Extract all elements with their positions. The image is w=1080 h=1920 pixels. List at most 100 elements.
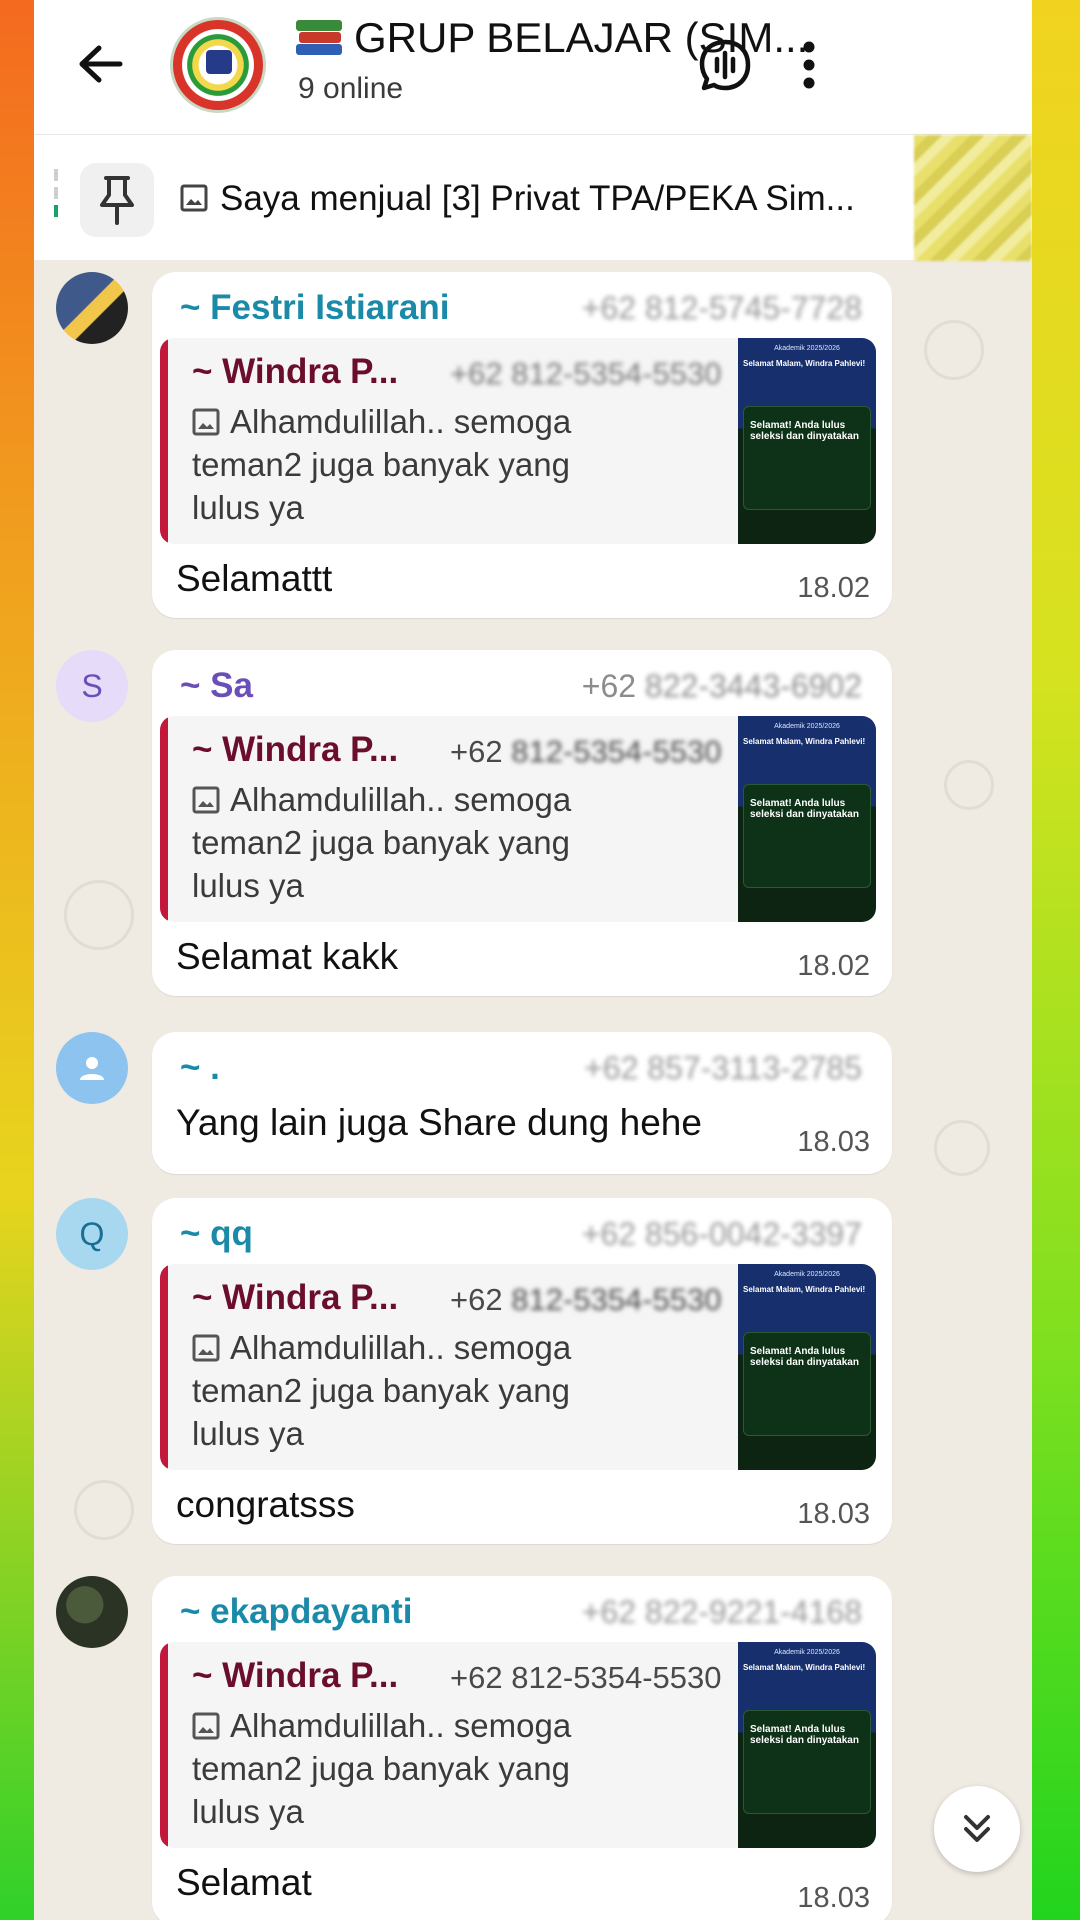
quoted-message[interactable]: ~ Windra P... +62 812-5354-5530 Alhamdul… (160, 1642, 876, 1848)
avatar[interactable] (56, 1576, 128, 1648)
quoted-message[interactable]: ~ Windra P... +62 812-5354-5530 Alhamdul… (160, 716, 876, 922)
thumb-line3: Selamat! Anda lulus seleksi dan dinyatak… (750, 1346, 859, 1368)
quote-author: ~ Windra P... (192, 352, 399, 391)
quote-text: Alhamdulillah.. semoga teman2 juga banya… (192, 778, 632, 907)
thumb-box: Selamat! Anda lulus seleksi dan dinyatak… (743, 1332, 871, 1436)
quote-phone: +62 812-5354-5530 (450, 734, 722, 770)
thumb-line3: Selamat! Anda lulus seleksi dan dinyatak… (750, 798, 859, 820)
sender-phone-blurred: 822-3443-6902 (644, 668, 862, 704)
back-button[interactable] (70, 34, 130, 94)
quote-phone: +62 812-5354-5530 (450, 356, 722, 391)
quote-phone-blurred: 812-5354-5530 (511, 734, 722, 769)
thumb-line3: Selamat! Anda lulus seleksi dan dinyatak… (750, 1724, 859, 1746)
quote-bar (160, 1642, 168, 1848)
sender-name[interactable]: ~ . (180, 1048, 220, 1088)
sender-phone: +62 857-3113-2785 (584, 1050, 862, 1086)
quote-text-content: Alhamdulillah.. semoga teman2 juga banya… (192, 781, 572, 904)
message-bubble[interactable]: ~ ekapdayanti +62 822-9221-4168 ~ Windra… (152, 1576, 892, 1920)
thumb-box: Selamat! Anda lulus seleksi dan dinyatak… (743, 406, 871, 510)
thumb-line2: Selamat Malam, Windra Pahlevi! (743, 359, 866, 368)
message-text: congratsss (176, 1484, 355, 1525)
voice-chat-icon (699, 39, 751, 91)
quote-bar (160, 1264, 168, 1470)
image-icon (192, 408, 220, 436)
avatar[interactable] (56, 1032, 128, 1104)
quote-author: ~ Windra P... (192, 1278, 399, 1317)
thumb-box: Selamat! Anda lulus seleksi dan dinyatak… (743, 784, 871, 888)
pinned-thumbnail[interactable] (914, 135, 1032, 261)
message-bubble[interactable]: ~ qq +62 856-0042-3397 ~ Windra P... +62… (152, 1198, 892, 1544)
quote-phone: +62 812-5354-5530 (450, 1282, 722, 1318)
thumb-box: Selamat! Anda lulus seleksi dan dinyatak… (743, 1710, 871, 1814)
more-options-button[interactable] (778, 34, 840, 96)
thumb-line2: Selamat Malam, Windra Pahlevi! (743, 1663, 866, 1672)
chat-header: GRUP BELAJAR (SIM... 9 online (34, 0, 1032, 134)
pinned-text: Saya menjual [3] Privat TPA/PEKA Sim... (220, 179, 855, 218)
background-strip (1032, 0, 1080, 1920)
sender-phone: +62 812-5745-7728 (581, 290, 862, 326)
message-time: 18.03 (797, 1882, 870, 1914)
double-chevron-down-icon (964, 1815, 990, 1842)
quote-text-content: Alhamdulillah.. semoga teman2 juga banya… (192, 1329, 572, 1452)
quote-phone-prefix: +62 (450, 1282, 503, 1317)
avatar-letter: Q (79, 1215, 105, 1252)
thumb-line1: Akademik 2025/2026 (774, 723, 840, 730)
image-icon (192, 786, 220, 814)
message-time: 18.02 (797, 950, 870, 982)
sender-phone: +62 822-3443-6902 (582, 668, 862, 705)
quote-thumbnail: Akademik 2025/2026 Selamat Malam, Windra… (738, 338, 876, 544)
scroll-to-bottom-button[interactable] (934, 1786, 1020, 1872)
message-text: Selamat kakk (176, 936, 399, 977)
avatar[interactable]: S (56, 650, 128, 722)
quote-text: Alhamdulillah.. semoga teman2 juga banya… (192, 400, 632, 529)
sender-phone-prefix: +62 (581, 668, 637, 704)
sender-name[interactable]: ~ qq (180, 1214, 253, 1254)
message-time: 18.03 (797, 1498, 870, 1530)
message-time: 18.03 (797, 1126, 870, 1158)
image-icon (192, 1712, 220, 1740)
sender-phone: +62 822-9221-4168 (581, 1594, 862, 1630)
quote-author: ~ Windra P... (192, 1656, 399, 1695)
more-vert-icon (803, 41, 815, 89)
pinned-message-text: Saya menjual [3] Privat TPA/PEKA Sim... (180, 179, 855, 219)
arrow-left-icon (79, 45, 123, 83)
message-text: Selamat (176, 1862, 312, 1903)
quote-phone-blurred: 812-5354-5530 (511, 1282, 722, 1317)
quote-text-content: Alhamdulillah.. semoga teman2 juga banya… (192, 1707, 572, 1830)
message-bubble[interactable]: ~ . +62 857-3113-2785 Yang lain juga Sha… (152, 1032, 892, 1174)
avatar[interactable]: Q (56, 1198, 128, 1270)
image-icon (180, 184, 208, 212)
quote-text: Alhamdulillah.. semoga teman2 juga banya… (192, 1326, 632, 1455)
group-avatar[interactable] (170, 17, 266, 113)
message-text: Selamattt (176, 558, 333, 599)
sender-phone: +62 856-0042-3397 (581, 1216, 862, 1252)
quote-author: ~ Windra P... (192, 730, 399, 769)
voice-chat-button[interactable] (694, 34, 756, 96)
quoted-message[interactable]: ~ Windra P... +62 812-5354-5530 Alhamdul… (160, 1264, 876, 1470)
thumb-line1: Akademik 2025/2026 (774, 345, 840, 352)
pin-button[interactable] (80, 163, 154, 237)
thumb-line3: Selamat! Anda lulus seleksi dan dinyatak… (750, 420, 859, 442)
books-emoji-icon (296, 18, 344, 56)
sender-name[interactable]: ~ Festri Istiarani (180, 288, 449, 328)
pinned-message-bar[interactable]: Saya menjual [3] Privat TPA/PEKA Sim... (34, 134, 1032, 261)
quote-text: Alhamdulillah.. semoga teman2 juga banya… (192, 1704, 632, 1833)
pinned-indicator (54, 169, 58, 231)
message-bubble[interactable]: ~ Sa +62 822-3443-6902 ~ Windra P... +62… (152, 650, 892, 996)
thumb-line1: Akademik 2025/2026 (774, 1271, 840, 1278)
quote-phone-prefix: +62 (450, 734, 503, 769)
quote-phone: +62 812-5354-5530 (450, 1660, 722, 1695)
person-icon (80, 1057, 104, 1080)
message-bubble[interactable]: ~ Festri Istiarani +62 812-5745-7728 ~ W… (152, 272, 892, 618)
sender-name[interactable]: ~ Sa (180, 666, 253, 706)
avatar-letter: S (81, 667, 103, 704)
pin-icon (100, 176, 134, 225)
quote-bar (160, 716, 168, 922)
quote-thumbnail: Akademik 2025/2026 Selamat Malam, Windra… (738, 716, 876, 922)
online-count: 9 online (298, 72, 404, 105)
message-time: 18.02 (797, 572, 870, 604)
quoted-message[interactable]: ~ Windra P... +62 812-5354-5530 Alhamdul… (160, 338, 876, 544)
avatar[interactable] (56, 272, 128, 344)
quote-thumbnail: Akademik 2025/2026 Selamat Malam, Windra… (738, 1642, 876, 1848)
sender-name[interactable]: ~ ekapdayanti (180, 1592, 412, 1632)
